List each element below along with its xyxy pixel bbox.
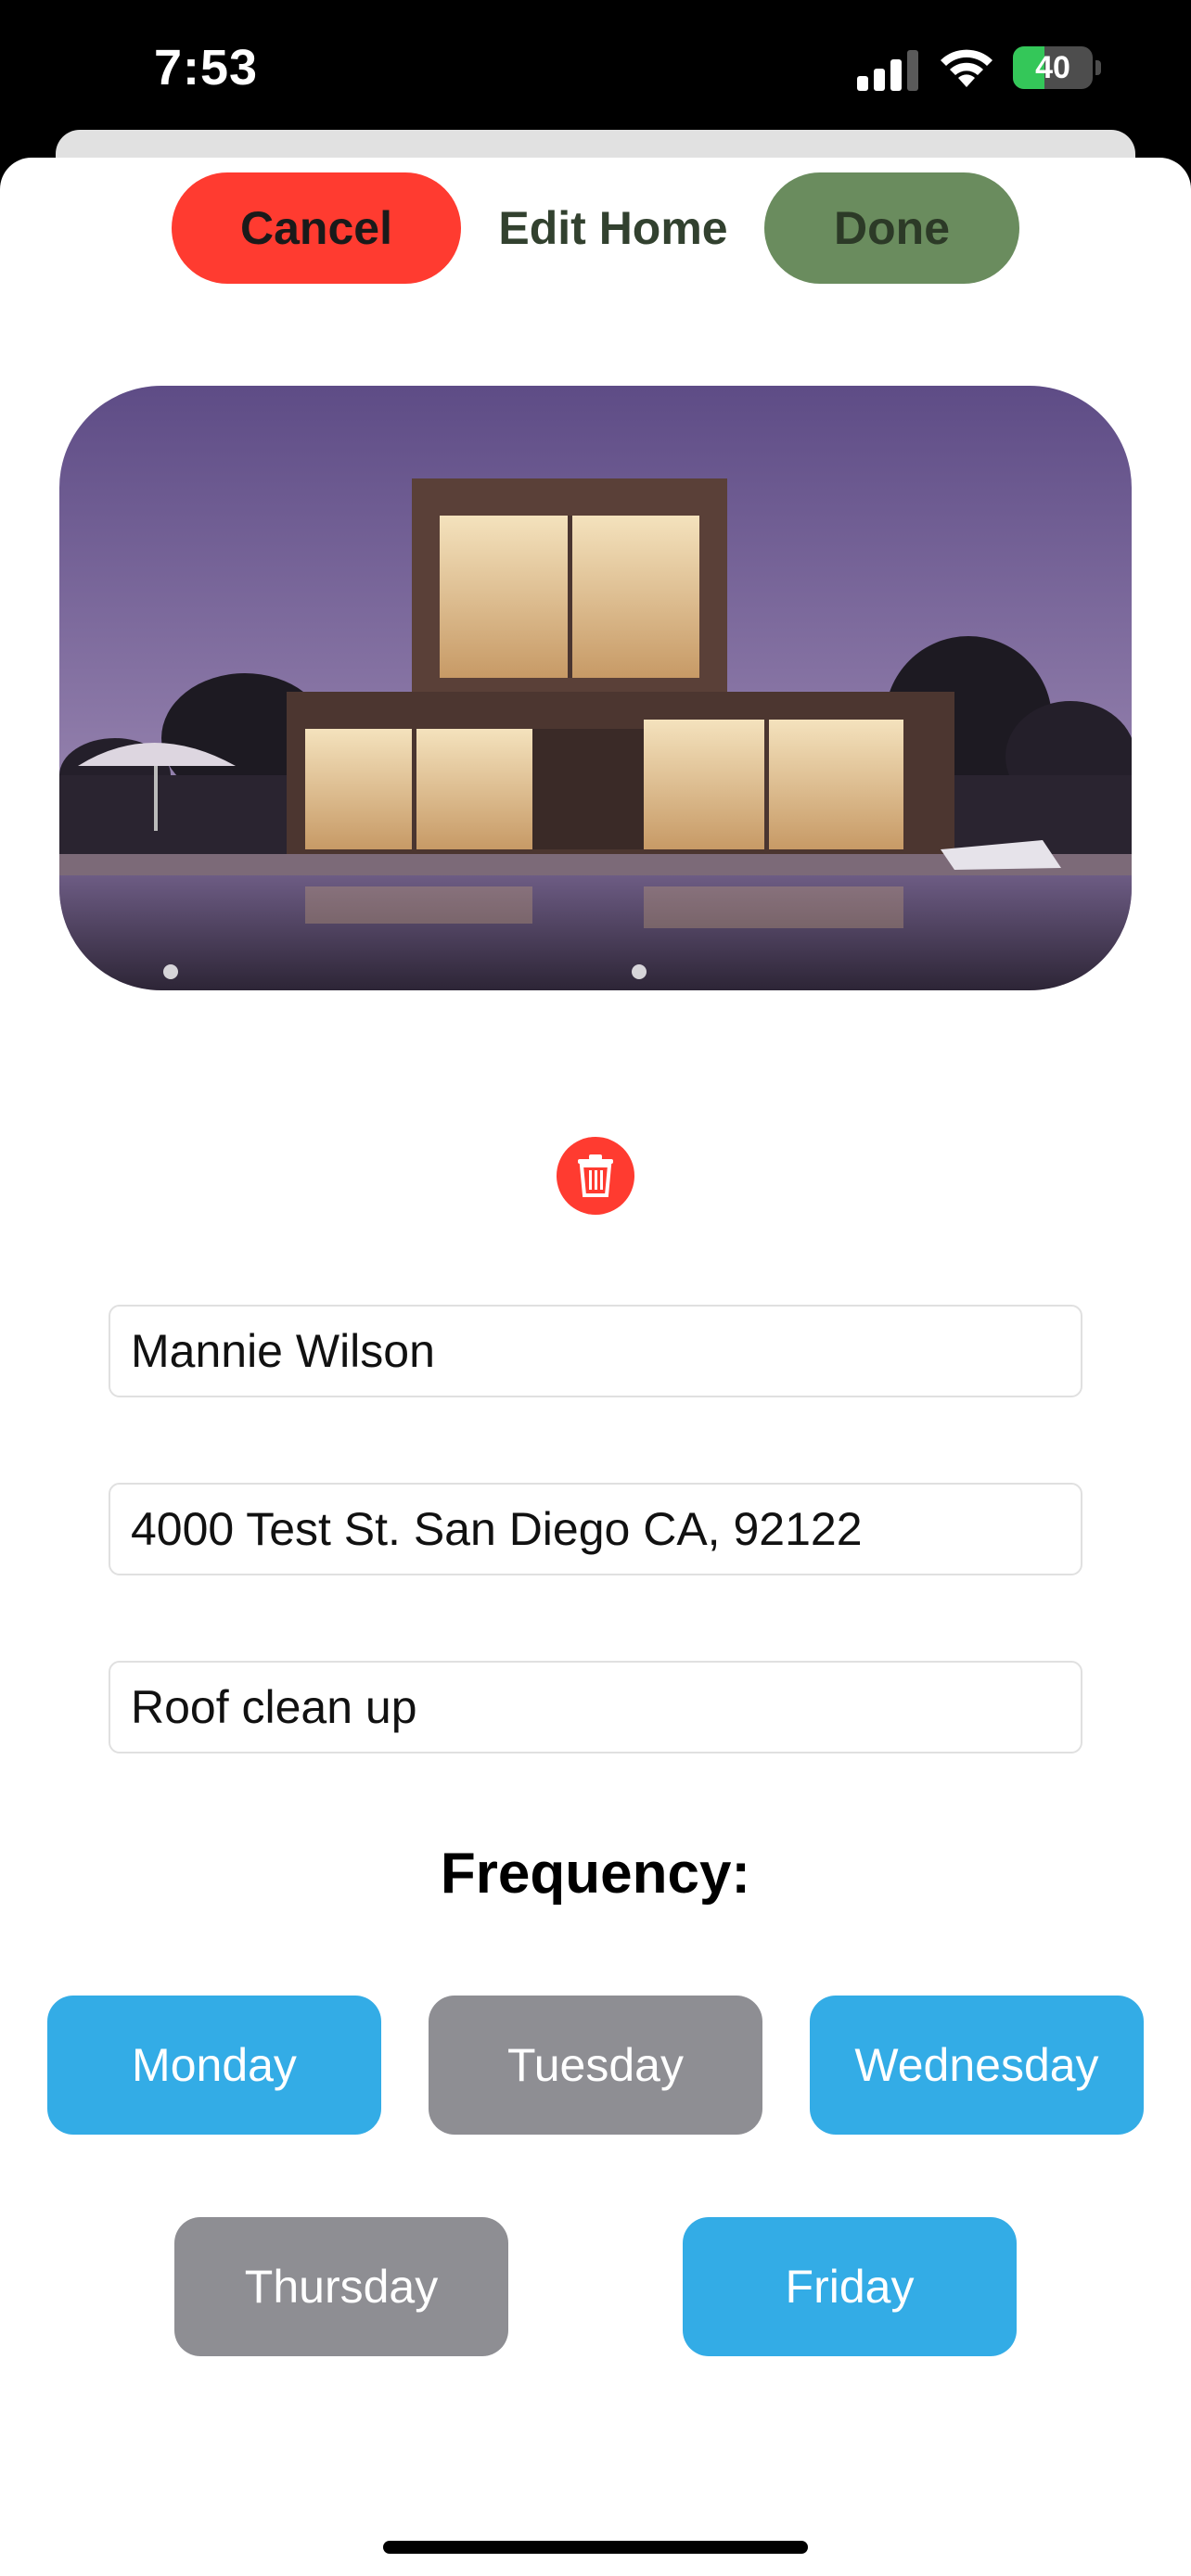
address-field[interactable]	[109, 1483, 1082, 1575]
done-button[interactable]: Done	[764, 172, 1019, 284]
trash-icon	[578, 1154, 613, 1197]
status-bar: 7:53 40	[0, 0, 1191, 139]
day-wednesday-button[interactable]: Wednesday	[810, 1996, 1144, 2135]
cancel-button[interactable]: Cancel	[172, 172, 461, 284]
battery-icon: 40	[1013, 46, 1102, 89]
name-field[interactable]	[109, 1305, 1082, 1397]
service-field[interactable]	[109, 1661, 1082, 1753]
delete-photo-button[interactable]	[557, 1137, 634, 1215]
status-time: 7:53	[154, 40, 259, 96]
home-photo[interactable]	[59, 386, 1132, 990]
day-tuesday-button[interactable]: Tuesday	[429, 1996, 762, 2135]
battery-level: 40	[1035, 50, 1070, 85]
day-thursday-button[interactable]: Thursday	[174, 2217, 508, 2356]
cellular-signal-icon	[857, 50, 918, 91]
frequency-label: Frequency:	[440, 1842, 751, 1906]
page-title: Edit Home	[498, 202, 728, 254]
home-indicator	[383, 2541, 808, 2554]
day-monday-button[interactable]: Monday	[47, 1996, 381, 2135]
wifi-icon	[941, 49, 992, 87]
day-friday-button[interactable]: Friday	[683, 2217, 1017, 2356]
